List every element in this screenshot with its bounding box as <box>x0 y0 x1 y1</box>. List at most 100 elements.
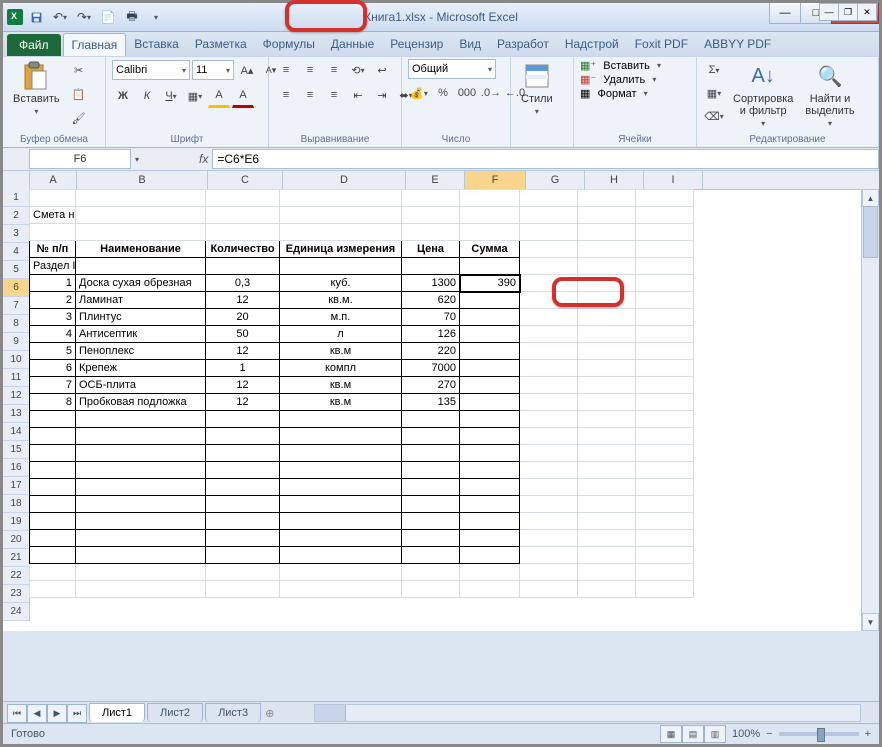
normal-view-icon[interactable]: ▦ <box>660 725 682 743</box>
row-header-4[interactable]: 4 <box>3 243 29 261</box>
fill-color-icon[interactable]: A <box>208 84 230 108</box>
cell-F17[interactable] <box>460 462 520 479</box>
cell-B9[interactable]: Антисептик <box>76 326 206 343</box>
cell-C6[interactable]: 0,3 <box>206 275 280 292</box>
cell-C7[interactable]: 12 <box>206 292 280 309</box>
cell-E14[interactable] <box>402 411 460 428</box>
zoom-slider[interactable] <box>779 732 859 736</box>
cell-D22[interactable] <box>280 547 402 564</box>
cell-G11[interactable] <box>520 360 578 377</box>
cell-G16[interactable] <box>520 445 578 462</box>
fill-icon[interactable]: ▦▾ <box>703 82 725 104</box>
cell-C14[interactable] <box>206 411 280 428</box>
cell-G15[interactable] <box>520 428 578 445</box>
cell-C5[interactable] <box>206 258 280 275</box>
cell-H1[interactable] <box>578 190 636 207</box>
ribbon-tab-2[interactable]: Разметка <box>187 33 255 56</box>
cell-D21[interactable] <box>280 530 402 547</box>
scroll-up-icon[interactable]: ▲ <box>862 189 879 207</box>
cell-B1[interactable] <box>76 190 206 207</box>
cell-B16[interactable] <box>76 445 206 462</box>
cell-C23[interactable] <box>206 564 280 581</box>
cell-H20[interactable] <box>578 513 636 530</box>
cell-B14[interactable] <box>76 411 206 428</box>
row-header-6[interactable]: 6 <box>3 279 29 297</box>
cell-F6[interactable]: 390 <box>460 275 520 292</box>
cell-D8[interactable]: м.п. <box>280 309 402 326</box>
row-header-18[interactable]: 18 <box>3 495 29 513</box>
cell-C1[interactable] <box>206 190 280 207</box>
ribbon-tab-5[interactable]: Рецензир <box>382 33 451 56</box>
number-format-select[interactable]: Общий▾ <box>408 59 496 79</box>
cell-G21[interactable] <box>520 530 578 547</box>
cell-G18[interactable] <box>520 479 578 496</box>
row-header-17[interactable]: 17 <box>3 477 29 495</box>
cell-B3[interactable] <box>76 224 206 241</box>
qat-btn1[interactable]: 📄 <box>97 7 119 27</box>
new-sheet-icon[interactable]: ⊕ <box>265 707 274 720</box>
cell-G19[interactable] <box>520 496 578 513</box>
cell-B18[interactable] <box>76 479 206 496</box>
cell-E5[interactable] <box>402 258 460 275</box>
cell-C4[interactable]: Количество <box>206 241 280 258</box>
row-header-10[interactable]: 10 <box>3 351 29 369</box>
cell-F23[interactable] <box>460 564 520 581</box>
cell-E3[interactable] <box>402 224 460 241</box>
cell-E1[interactable] <box>402 190 460 207</box>
cell-A11[interactable]: 6 <box>30 360 76 377</box>
cell-B13[interactable]: Пробковая подложка <box>76 394 206 411</box>
align-right-icon[interactable]: ≡ <box>323 84 345 106</box>
cell-D9[interactable]: л <box>280 326 402 343</box>
cell-I23[interactable] <box>636 564 694 581</box>
cell-H15[interactable] <box>578 428 636 445</box>
ribbon-tab-0[interactable]: Главная <box>63 33 127 56</box>
bold-icon[interactable]: Ж <box>112 85 134 107</box>
cell-D1[interactable] <box>280 190 402 207</box>
align-top-icon[interactable]: ≡ <box>275 59 297 81</box>
row-header-15[interactable]: 15 <box>3 441 29 459</box>
cell-B2[interactable] <box>76 207 206 224</box>
row-header-1[interactable]: 1 <box>3 189 29 207</box>
cell-H8[interactable] <box>578 309 636 326</box>
cell-B22[interactable] <box>76 547 206 564</box>
cell-I14[interactable] <box>636 411 694 428</box>
cell-E4[interactable]: Цена <box>402 241 460 258</box>
clear-icon[interactable]: ⌫▾ <box>703 105 725 127</box>
select-all-corner[interactable] <box>3 171 30 189</box>
cell-A12[interactable]: 7 <box>30 377 76 394</box>
cell-A6[interactable]: 1 <box>30 275 76 292</box>
paste-button[interactable]: Вставить▾ <box>9 59 64 118</box>
cell-H16[interactable] <box>578 445 636 462</box>
cell-I12[interactable] <box>636 377 694 394</box>
cell-D10[interactable]: кв.м <box>280 343 402 360</box>
styles-button[interactable]: Стили▾ <box>517 59 557 118</box>
row-header-11[interactable]: 11 <box>3 369 29 387</box>
worksheet-grid[interactable]: ABCDEFGHI 123456789101112131415161718192… <box>3 171 879 631</box>
cell-F13[interactable] <box>460 394 520 411</box>
cut-icon[interactable]: ✂ <box>68 59 90 81</box>
cell-G5[interactable] <box>520 258 578 275</box>
align-middle-icon[interactable]: ≡ <box>299 59 321 81</box>
cell-H5[interactable] <box>578 258 636 275</box>
cell-I21[interactable] <box>636 530 694 547</box>
cell-I22[interactable] <box>636 547 694 564</box>
cell-D18[interactable] <box>280 479 402 496</box>
cell-I18[interactable] <box>636 479 694 496</box>
cell-E10[interactable]: 220 <box>402 343 460 360</box>
scroll-down-icon[interactable]: ▼ <box>862 613 879 631</box>
sheet-tab-1[interactable]: Лист2 <box>147 703 203 722</box>
qat-btn2[interactable]: 🖶 <box>121 7 143 27</box>
cell-H19[interactable] <box>578 496 636 513</box>
cell-D4[interactable]: Единица измерения <box>280 241 402 258</box>
cell-G13[interactable] <box>520 394 578 411</box>
page-layout-view-icon[interactable]: ▤ <box>682 725 704 743</box>
cell-A9[interactable]: 4 <box>30 326 76 343</box>
col-header-D[interactable]: D <box>283 171 406 189</box>
cell-C20[interactable] <box>206 513 280 530</box>
cell-D23[interactable] <box>280 564 402 581</box>
cell-B7[interactable]: Ламинат <box>76 292 206 309</box>
cell-C3[interactable] <box>206 224 280 241</box>
cell-E6[interactable]: 1300 <box>402 275 460 292</box>
cell-I10[interactable] <box>636 343 694 360</box>
cell-C19[interactable] <box>206 496 280 513</box>
